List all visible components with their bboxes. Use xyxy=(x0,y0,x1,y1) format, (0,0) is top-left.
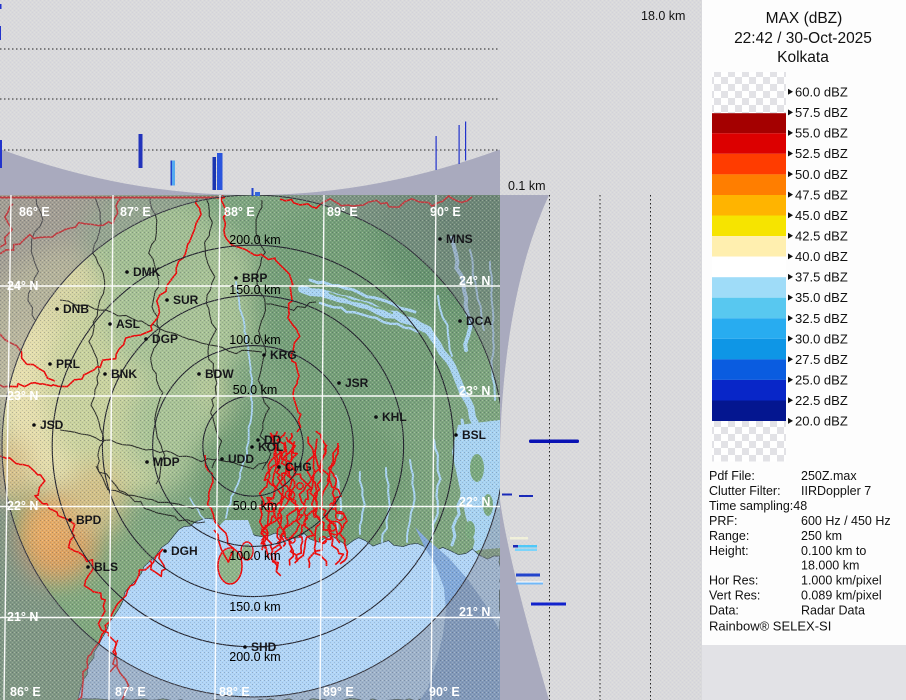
svg-text:150.0 km: 150.0 km xyxy=(229,283,280,297)
svg-text:UDD: UDD xyxy=(228,452,254,466)
svg-text:200.0 km: 200.0 km xyxy=(229,233,280,247)
svg-text:27.5 dBZ: 27.5 dBZ xyxy=(795,352,848,367)
svg-text:52.5 dBZ: 52.5 dBZ xyxy=(795,146,848,161)
svg-text:0.1 km: 0.1 km xyxy=(508,179,546,193)
svg-text:21° N: 21° N xyxy=(459,605,490,619)
svg-text:600 Hz / 450 Hz: 600 Hz / 450 Hz xyxy=(801,514,891,528)
svg-text:32.5 dBZ: 32.5 dBZ xyxy=(795,311,848,326)
svg-text:50.0 dBZ: 50.0 dBZ xyxy=(795,167,848,182)
svg-text:Height:: Height: xyxy=(709,544,749,558)
svg-text:Radar Data: Radar Data xyxy=(801,604,865,618)
svg-text:Data:: Data: xyxy=(709,604,739,618)
svg-text:Time sampling:48: Time sampling:48 xyxy=(709,499,807,513)
svg-text:JSR: JSR xyxy=(345,376,369,390)
svg-text:BLS: BLS xyxy=(94,560,118,574)
svg-text:25.0 dBZ: 25.0 dBZ xyxy=(795,373,848,388)
svg-text:47.5 dBZ: 47.5 dBZ xyxy=(795,187,848,202)
svg-text:DCA: DCA xyxy=(466,314,492,328)
svg-text:60.0 dBZ: 60.0 dBZ xyxy=(795,85,848,100)
svg-text:24° N: 24° N xyxy=(7,279,38,293)
svg-text:20.0 dBZ: 20.0 dBZ xyxy=(795,414,848,429)
svg-text:90° E: 90° E xyxy=(430,205,461,219)
svg-text:SUR: SUR xyxy=(173,293,199,307)
svg-text:23° N: 23° N xyxy=(459,384,490,398)
svg-text:86° E: 86° E xyxy=(10,685,41,699)
svg-text:89° E: 89° E xyxy=(323,685,354,699)
svg-text:PRF:: PRF: xyxy=(709,514,737,528)
svg-text:24° N: 24° N xyxy=(459,274,490,288)
svg-text:JSD: JSD xyxy=(40,418,64,432)
svg-text:30.0 dBZ: 30.0 dBZ xyxy=(795,331,848,346)
svg-text:KHL: KHL xyxy=(382,410,407,424)
svg-text:Hor Res:: Hor Res: xyxy=(709,574,758,588)
svg-text:DNB: DNB xyxy=(63,302,89,316)
svg-text:BNK: BNK xyxy=(111,367,137,381)
svg-text:KOL: KOL xyxy=(258,440,283,454)
svg-text:37.5 dBZ: 37.5 dBZ xyxy=(795,270,848,285)
svg-text:88° E: 88° E xyxy=(219,685,250,699)
svg-text:Pdf File:: Pdf File: xyxy=(709,469,755,483)
svg-text:CHG: CHG xyxy=(285,460,312,474)
svg-text:22:42 / 30-Oct-2025: 22:42 / 30-Oct-2025 xyxy=(734,30,872,47)
svg-text:89° E: 89° E xyxy=(327,205,358,219)
svg-text:35.0 dBZ: 35.0 dBZ xyxy=(795,290,848,305)
svg-text:87° E: 87° E xyxy=(115,685,146,699)
svg-text:88° E: 88° E xyxy=(224,205,255,219)
svg-text:45.0 dBZ: 45.0 dBZ xyxy=(795,208,848,223)
svg-text:BPD: BPD xyxy=(76,513,102,527)
svg-text:KRG: KRG xyxy=(270,348,297,362)
svg-text:22.5 dBZ: 22.5 dBZ xyxy=(795,393,848,408)
svg-text:Rainbow® SELEX-SI: Rainbow® SELEX-SI xyxy=(709,619,831,634)
svg-text:21° N: 21° N xyxy=(7,610,38,624)
svg-text:40.0 dBZ: 40.0 dBZ xyxy=(795,249,848,264)
svg-text:0.089 km/pixel: 0.089 km/pixel xyxy=(801,589,882,603)
svg-text:250 km: 250 km xyxy=(801,529,842,543)
svg-text:SHD: SHD xyxy=(251,640,277,654)
svg-text:Kolkata: Kolkata xyxy=(777,49,829,66)
svg-text:50.0 km: 50.0 km xyxy=(233,499,277,513)
svg-text:Range:: Range: xyxy=(709,529,749,543)
svg-text:MAX (dBZ): MAX (dBZ) xyxy=(766,10,843,27)
svg-text:IIRDoppler 7: IIRDoppler 7 xyxy=(801,484,871,498)
svg-text:86° E: 86° E xyxy=(19,205,50,219)
svg-text:90° E: 90° E xyxy=(429,685,460,699)
svg-text:42.5 dBZ: 42.5 dBZ xyxy=(795,229,848,244)
svg-text:250Z.max: 250Z.max xyxy=(801,469,857,483)
svg-text:57.5 dBZ: 57.5 dBZ xyxy=(795,105,848,120)
svg-text:22° N: 22° N xyxy=(7,499,38,513)
svg-text:DGH: DGH xyxy=(171,544,198,558)
svg-text:150.0 km: 150.0 km xyxy=(229,600,280,614)
svg-text:100.0 km: 100.0 km xyxy=(229,333,280,347)
svg-text:18.0 km: 18.0 km xyxy=(641,9,685,23)
svg-text:BDW: BDW xyxy=(205,367,234,381)
svg-text:87° E: 87° E xyxy=(120,205,151,219)
svg-text:23° N: 23° N xyxy=(7,389,38,403)
svg-text:BSL: BSL xyxy=(462,428,486,442)
svg-text:MDP: MDP xyxy=(153,455,180,469)
svg-text:100.0 km: 100.0 km xyxy=(229,549,280,563)
svg-text:50.0 km: 50.0 km xyxy=(233,383,277,397)
svg-text:55.0 dBZ: 55.0 dBZ xyxy=(795,126,848,141)
svg-text:1.000 km/pixel: 1.000 km/pixel xyxy=(801,574,882,588)
svg-text:22° N: 22° N xyxy=(459,495,490,509)
svg-text:ASL: ASL xyxy=(116,317,140,331)
svg-text:DGP: DGP xyxy=(152,332,178,346)
svg-text:MNS: MNS xyxy=(446,232,473,246)
svg-text:DMK: DMK xyxy=(133,265,161,279)
svg-text:PRL: PRL xyxy=(56,357,80,371)
svg-text:Clutter Filter:: Clutter Filter: xyxy=(709,484,781,498)
svg-text:18.000 km: 18.000 km xyxy=(801,559,859,573)
svg-text:BRP: BRP xyxy=(242,271,267,285)
svg-text:Vert Res:: Vert Res: xyxy=(709,589,760,603)
svg-text:0.100 km to: 0.100 km to xyxy=(801,544,866,558)
